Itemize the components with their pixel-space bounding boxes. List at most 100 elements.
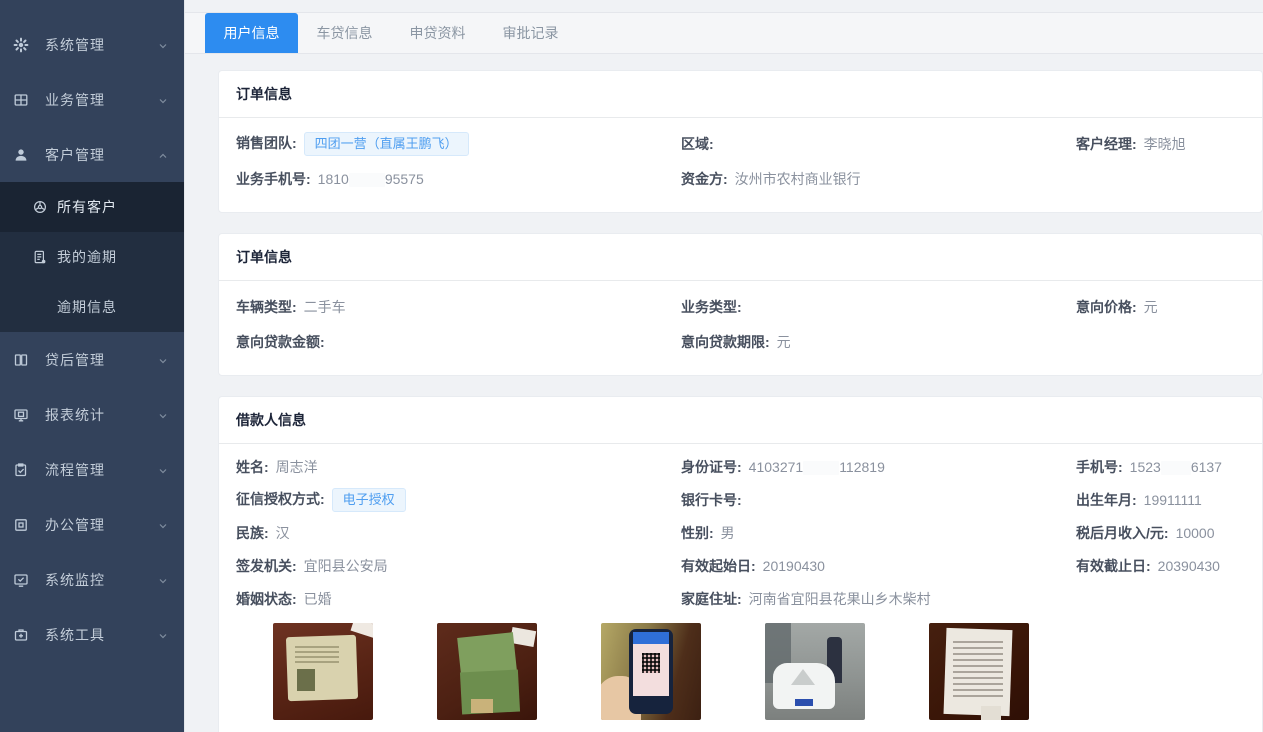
photo-gallery: 人像面 驾驶证照片 授权截图 [273, 623, 1245, 732]
gear-icon [13, 37, 29, 53]
field-intent-loan-amount: 意向贷款金额: [236, 332, 681, 352]
field-intent-price: 意向价格:元 [1076, 297, 1245, 317]
person-with-car-photo[interactable] [765, 623, 865, 720]
handwritten-document-photo[interactable] [929, 623, 1029, 720]
chevron-down-icon [157, 519, 169, 531]
sidebar-item-system-monitor[interactable]: 系统监控 [0, 552, 184, 607]
field-id-number: 身份证号:4103271112819 [681, 457, 1076, 477]
field-bank-card: 银行卡号: [681, 490, 1076, 510]
redaction-patch [1161, 461, 1191, 475]
chevron-up-icon [157, 149, 169, 161]
app-root: 系统管理 业务管理 客户管理 所有客户 [0, 0, 1263, 732]
field-issuing-authority: 签发机关:宜阳县公安局 [236, 556, 681, 576]
field-vehicle-type: 车辆类型:二手车 [236, 297, 681, 317]
field-sales-team: 销售团队:四团一营（直属王鹏飞） [236, 132, 681, 156]
tab-loan-application-materials[interactable]: 申贷资料 [391, 13, 484, 53]
chevron-down-icon [157, 629, 169, 641]
sidebar-item-label: 我的逾期 [57, 247, 117, 267]
order-info-card-2: 订单信息 车辆类型:二手车 业务类型: 意向价格:元 [218, 233, 1263, 376]
field-business-phone: 业务手机号:181095575 [236, 169, 681, 189]
sidebar-item-label: 办公管理 [45, 515, 105, 535]
sidebar-item-label: 贷后管理 [45, 350, 105, 370]
tab-bar: 用户信息 车贷信息 申贷资料 审批记录 [185, 12, 1263, 54]
field-row: 民族:汉 性别:男 税后月收入/元:10000 [236, 516, 1245, 549]
photo-item: 其他材料 [929, 623, 1029, 732]
sidebar-item-overdue-info[interactable]: 逾期信息 [0, 282, 184, 332]
book-icon [13, 352, 29, 368]
field-gender: 性别:男 [681, 523, 1076, 543]
customer-management-submenu: 所有客户 我的逾期 逾期信息 [0, 182, 184, 332]
field-ethnicity: 民族:汉 [236, 523, 681, 543]
card-title: 订单信息 [219, 71, 1262, 118]
tab-approval-records[interactable]: 审批记录 [484, 13, 577, 53]
auth-screenshot-photo[interactable] [601, 623, 701, 720]
tab-car-loan-info[interactable]: 车贷信息 [298, 13, 391, 53]
field-valid-from: 有效起始日:20190430 [681, 556, 1076, 576]
field-marital-status: 婚姻状态:已婚 [236, 589, 681, 609]
field-birth: 出生年月:19911111 [1076, 490, 1245, 510]
field-row: 业务手机号:181095575 资金方:汝州市农村商业银行 [236, 161, 1245, 196]
sidebar-item-report-statistics[interactable]: 报表统计 [0, 387, 184, 442]
field-credit-auth: 征信授权方式:电子授权 [236, 488, 681, 512]
field-valid-to: 有效截止日:20390430 [1076, 556, 1245, 576]
sidebar-item-system-tools[interactable]: 系统工具 [0, 607, 184, 662]
sidebar-item-office-management[interactable]: 办公管理 [0, 497, 184, 552]
document-icon [32, 249, 48, 265]
chevron-down-icon [157, 409, 169, 421]
sidebar-item-label: 所有客户 [57, 197, 117, 217]
sidebar-item-all-customers[interactable]: 所有客户 [0, 182, 184, 232]
sidebar-item-label: 业务管理 [45, 90, 105, 110]
redaction-patch [803, 461, 839, 475]
field-row: 销售团队:四团一营（直属王鹏飞） 区域: 客户经理:李晓旭 [236, 126, 1245, 161]
photo-item: 驾驶证照片 [437, 623, 537, 732]
field-customer-manager: 客户经理:李晓旭 [1076, 134, 1245, 154]
sales-team-tag[interactable]: 四团一营（直属王鹏飞） [304, 132, 469, 156]
card-title: 借款人信息 [219, 397, 1262, 444]
wheel-icon [32, 199, 48, 215]
borrower-info-card: 借款人信息 姓名:周志洋 身份证号:4103271112819 手机号:1523… [218, 396, 1263, 732]
field-row: 婚姻状态:已婚 家庭住址:河南省宜阳县花果山乡木柴村 [236, 582, 1245, 615]
sidebar-item-my-overdue[interactable]: 我的逾期 [0, 232, 184, 282]
sidebar-item-system-management[interactable]: 系统管理 [0, 17, 184, 72]
field-row: 签发机关:宜阳县公安局 有效起始日:20190430 有效截止日:2039043… [236, 549, 1245, 582]
main-content: 用户信息 车贷信息 申贷资料 审批记录 订单信息 销售团队:四团一营（直属王鹏飞… [185, 0, 1263, 732]
tab-user-info[interactable]: 用户信息 [205, 13, 298, 53]
sidebar-item-postloan-management[interactable]: 贷后管理 [0, 332, 184, 387]
id-card-photo[interactable] [273, 623, 373, 720]
monitor-check-icon [13, 572, 29, 588]
redaction-patch [349, 173, 385, 187]
field-row: 车辆类型:二手车 业务类型: 意向价格:元 [236, 289, 1245, 324]
field-income: 税后月收入/元:10000 [1076, 523, 1245, 543]
clipboard-icon [13, 462, 29, 478]
license-booklet-photo[interactable] [437, 623, 537, 720]
photo-item: 人车合影 [765, 623, 865, 732]
field-business-type: 业务类型: [681, 297, 1076, 317]
field-intent-loan-term: 意向贷款期限:元 [681, 332, 1076, 352]
sidebar-item-label: 系统工具 [45, 625, 105, 645]
chevron-down-icon [157, 464, 169, 476]
sidebar-item-business-management[interactable]: 业务管理 [0, 72, 184, 127]
sidebar-item-label: 客户管理 [45, 145, 105, 165]
card-title: 订单信息 [219, 234, 1262, 281]
grid-icon [13, 92, 29, 108]
credit-auth-tag[interactable]: 电子授权 [332, 488, 406, 512]
photo-item: 授权截图 [601, 623, 701, 732]
sidebar-item-process-management[interactable]: 流程管理 [0, 442, 184, 497]
office-icon [13, 517, 29, 533]
sidebar-item-label: 逾期信息 [57, 297, 117, 317]
field-funder: 资金方:汝州市农村商业银行 [681, 169, 1076, 189]
field-row: 意向贷款金额: 意向贷款期限:元 [236, 324, 1245, 359]
photo-item: 人像面 [273, 623, 373, 732]
sidebar-item-customer-management[interactable]: 客户管理 [0, 127, 184, 182]
sidebar-item-label: 系统管理 [45, 35, 105, 55]
toolbox-icon [13, 627, 29, 643]
chevron-down-icon [157, 39, 169, 51]
sidebar-item-label: 系统监控 [45, 570, 105, 590]
chevron-down-icon [157, 94, 169, 106]
field-row: 征信授权方式:电子授权 银行卡号: 出生年月:19911111 [236, 483, 1245, 516]
field-name: 姓名:周志洋 [236, 457, 681, 477]
field-home-address: 家庭住址:河南省宜阳县花果山乡木柴村 [681, 589, 1076, 609]
field-row: 姓名:周志洋 身份证号:4103271112819 手机号:15236137 [236, 450, 1245, 483]
monitor-icon [13, 407, 29, 423]
field-region: 区域: [681, 134, 1076, 154]
